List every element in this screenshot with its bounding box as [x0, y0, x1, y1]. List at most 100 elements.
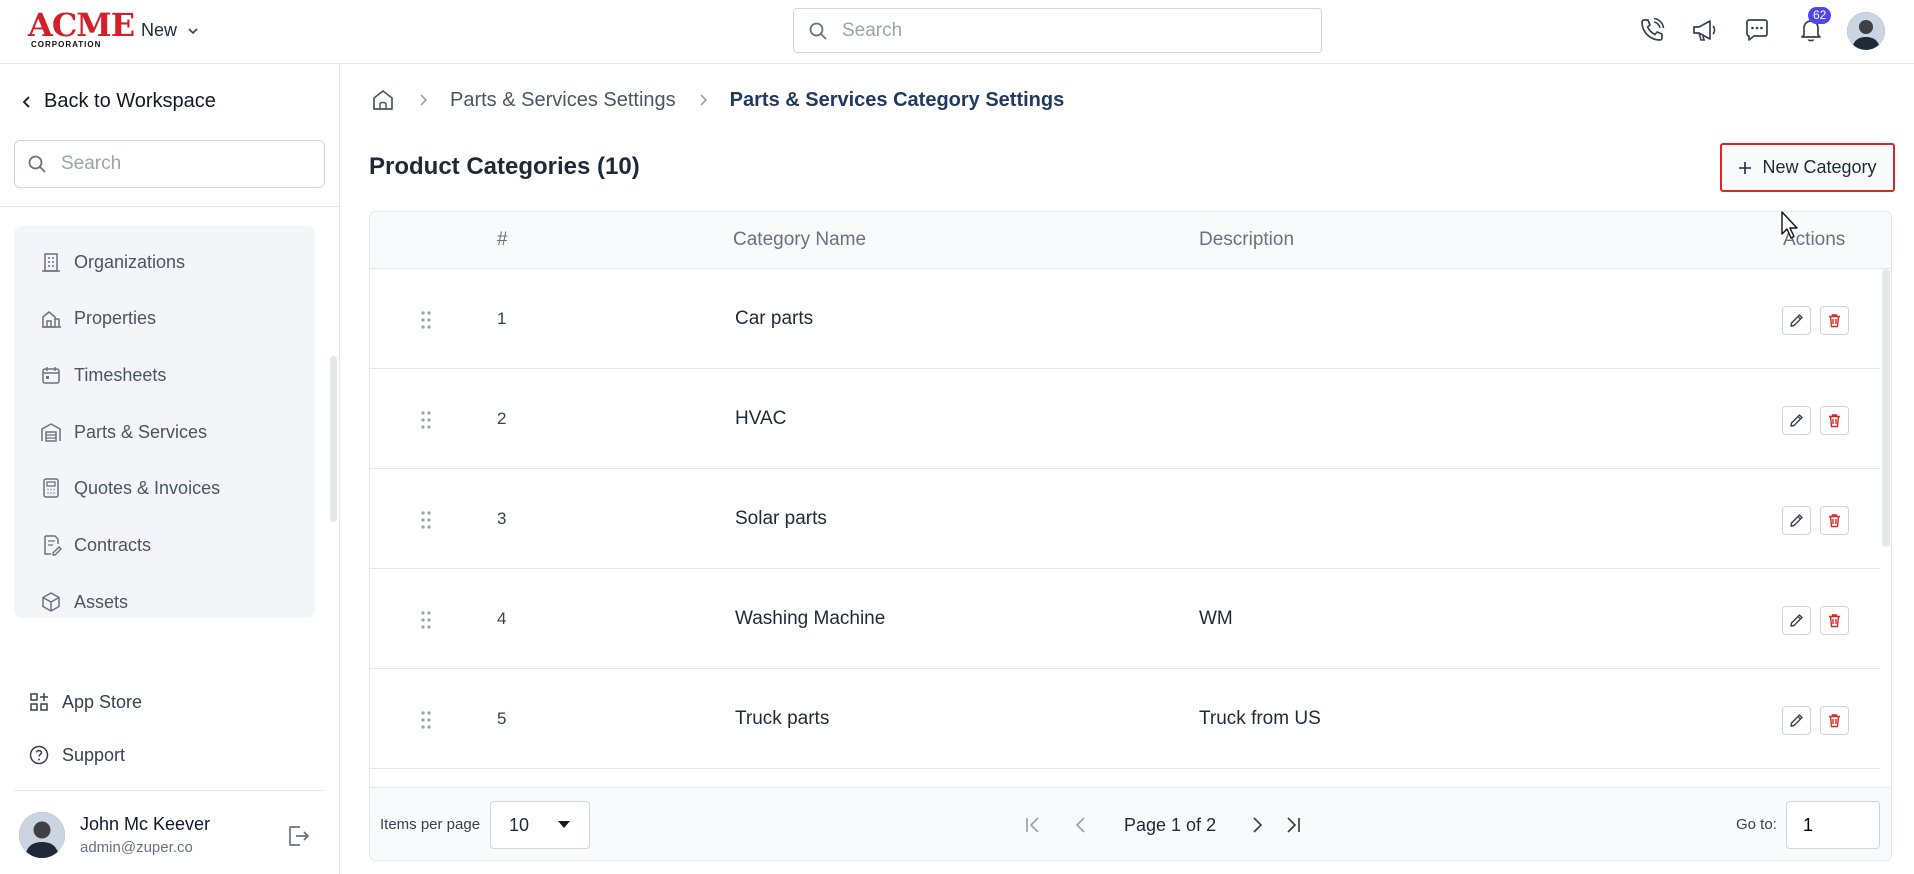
user-name: John Mc Keever	[80, 814, 211, 834]
drag-handle-icon[interactable]	[420, 710, 432, 730]
pencil-icon	[1790, 414, 1803, 427]
sidebar-item-label: Assets	[74, 591, 129, 612]
last-page-button[interactable]	[1280, 812, 1306, 838]
items-per-page-label: Items per page	[380, 816, 481, 833]
sidebar-item-assets[interactable]: Assets	[40, 591, 128, 613]
global-search-input[interactable]	[842, 19, 1282, 42]
sidebar-item-contracts[interactable]: Contracts	[40, 534, 151, 556]
logout-icon[interactable]	[284, 822, 312, 850]
back-to-workspace-label: Back to Workspace	[44, 90, 216, 112]
chat-button[interactable]	[1741, 14, 1773, 46]
category-name: HVAC	[735, 408, 787, 429]
edit-button[interactable]	[1782, 706, 1811, 735]
help-icon	[29, 745, 49, 765]
category-description: Truck from US	[1199, 708, 1321, 729]
person-avatar-icon	[19, 812, 65, 858]
edit-button[interactable]	[1782, 406, 1811, 435]
goto-label: Go to:	[1736, 816, 1777, 833]
categories-table: # Category Name Description Actions 1 Ca…	[369, 211, 1892, 861]
new-category-button[interactable]: New Category	[1720, 143, 1895, 192]
global-search	[793, 8, 1322, 53]
chevron-down-icon	[188, 27, 198, 34]
table-row: 3 Solar parts	[370, 469, 1880, 569]
pencil-icon	[1790, 514, 1803, 527]
sidebar-item-quotes-invoices[interactable]: Quotes & Invoices	[40, 477, 220, 499]
last-page-icon	[1287, 817, 1300, 833]
sidebar-item-label: Properties	[74, 307, 157, 328]
breadcrumb-current: Parts & Services Category Settings	[729, 88, 1065, 111]
trash-icon	[1829, 414, 1840, 428]
first-page-icon	[1026, 817, 1039, 833]
next-page-button[interactable]	[1244, 812, 1270, 838]
edit-button[interactable]	[1782, 606, 1811, 635]
sidebar-item-support[interactable]: Support	[28, 744, 125, 766]
page-title: Product Categories (10)	[369, 153, 640, 180]
sidebar-divider	[14, 790, 325, 791]
plus-icon	[1739, 161, 1752, 174]
delete-button[interactable]	[1820, 306, 1849, 335]
sidebar-item-timesheets[interactable]: Timesheets	[40, 364, 166, 386]
sidebar-item-parts-services[interactable]: Parts & Services	[40, 421, 207, 443]
profile-avatar[interactable]	[1847, 12, 1885, 50]
trash-icon	[1829, 514, 1840, 528]
user-email: admin@zuper.co	[80, 839, 193, 856]
pencil-icon	[1790, 614, 1803, 627]
search-icon	[28, 155, 46, 173]
row-number: 1	[497, 309, 507, 328]
caret-down-icon	[558, 821, 570, 828]
delete-button[interactable]	[1820, 606, 1849, 635]
search-icon	[809, 22, 827, 40]
drag-handle-icon[interactable]	[420, 510, 432, 530]
drag-handle-icon[interactable]	[420, 410, 432, 430]
logo-subtitle: CORPORATION	[31, 40, 102, 49]
pencil-icon	[1790, 714, 1803, 727]
sidebar-search-input[interactable]	[61, 153, 311, 175]
delete-button[interactable]	[1820, 706, 1849, 735]
chevron-right-icon	[1253, 817, 1263, 833]
new-menu-button[interactable]: New	[141, 20, 199, 41]
items-per-page-select[interactable]: 10	[490, 801, 590, 849]
user-avatar[interactable]	[19, 812, 65, 858]
table-header: # Category Name Description Actions	[370, 212, 1891, 269]
previous-page-button[interactable]	[1068, 812, 1094, 838]
breadcrumb-parts-services-settings[interactable]: Parts & Services Settings	[450, 89, 676, 112]
delete-button[interactable]	[1820, 406, 1849, 435]
table-scrollbar[interactable]	[1882, 269, 1890, 547]
category-name: Car parts	[735, 308, 814, 329]
drag-handle-icon[interactable]	[420, 610, 432, 630]
row-number: 4	[497, 609, 507, 628]
warehouse-icon	[41, 423, 61, 442]
goto-page-input[interactable]	[1786, 801, 1880, 849]
chevron-left-icon	[22, 95, 30, 108]
acme-logo[interactable]: ACME CORPORATION	[28, 8, 135, 49]
announcements-button[interactable]	[1688, 14, 1720, 46]
edit-button[interactable]	[1782, 506, 1811, 535]
page-indicator: Page 1 of 2	[1124, 815, 1217, 835]
back-to-workspace-link[interactable]: Back to Workspace	[20, 90, 216, 113]
edit-button[interactable]	[1782, 306, 1811, 335]
trash-icon	[1829, 614, 1840, 628]
sidebar-item-properties[interactable]: Properties	[40, 307, 156, 329]
breadcrumb: Parts & Services Settings Parts & Servic…	[370, 86, 1064, 114]
sidebar-item-label: Organizations	[74, 251, 186, 272]
first-page-button[interactable]	[1020, 812, 1046, 838]
phone-button[interactable]	[1636, 14, 1668, 46]
sidebar-scrollbar[interactable]	[330, 356, 337, 522]
sidebar-search	[14, 140, 325, 188]
category-name: Washing Machine	[735, 608, 886, 629]
sidebar-item-app-store[interactable]: App Store	[28, 691, 142, 713]
home-icon[interactable]	[370, 87, 396, 113]
sidebar-divider	[0, 206, 340, 207]
app-store-icon	[30, 693, 48, 711]
sidebar-item-organizations[interactable]: Organizations	[40, 251, 185, 273]
calendar-icon	[42, 367, 60, 384]
properties-icon	[42, 311, 61, 328]
top-bar: ACME CORPORATION New 62	[0, 0, 1914, 64]
cube-icon	[42, 592, 60, 612]
drag-handle-icon[interactable]	[420, 310, 432, 330]
delete-button[interactable]	[1820, 506, 1849, 535]
column-header-number: #	[497, 229, 508, 250]
sidebar: Back to Workspace Organizations Properti…	[0, 64, 340, 874]
logo-wordmark: ACME	[28, 6, 135, 44]
category-name: Solar parts	[735, 508, 827, 529]
